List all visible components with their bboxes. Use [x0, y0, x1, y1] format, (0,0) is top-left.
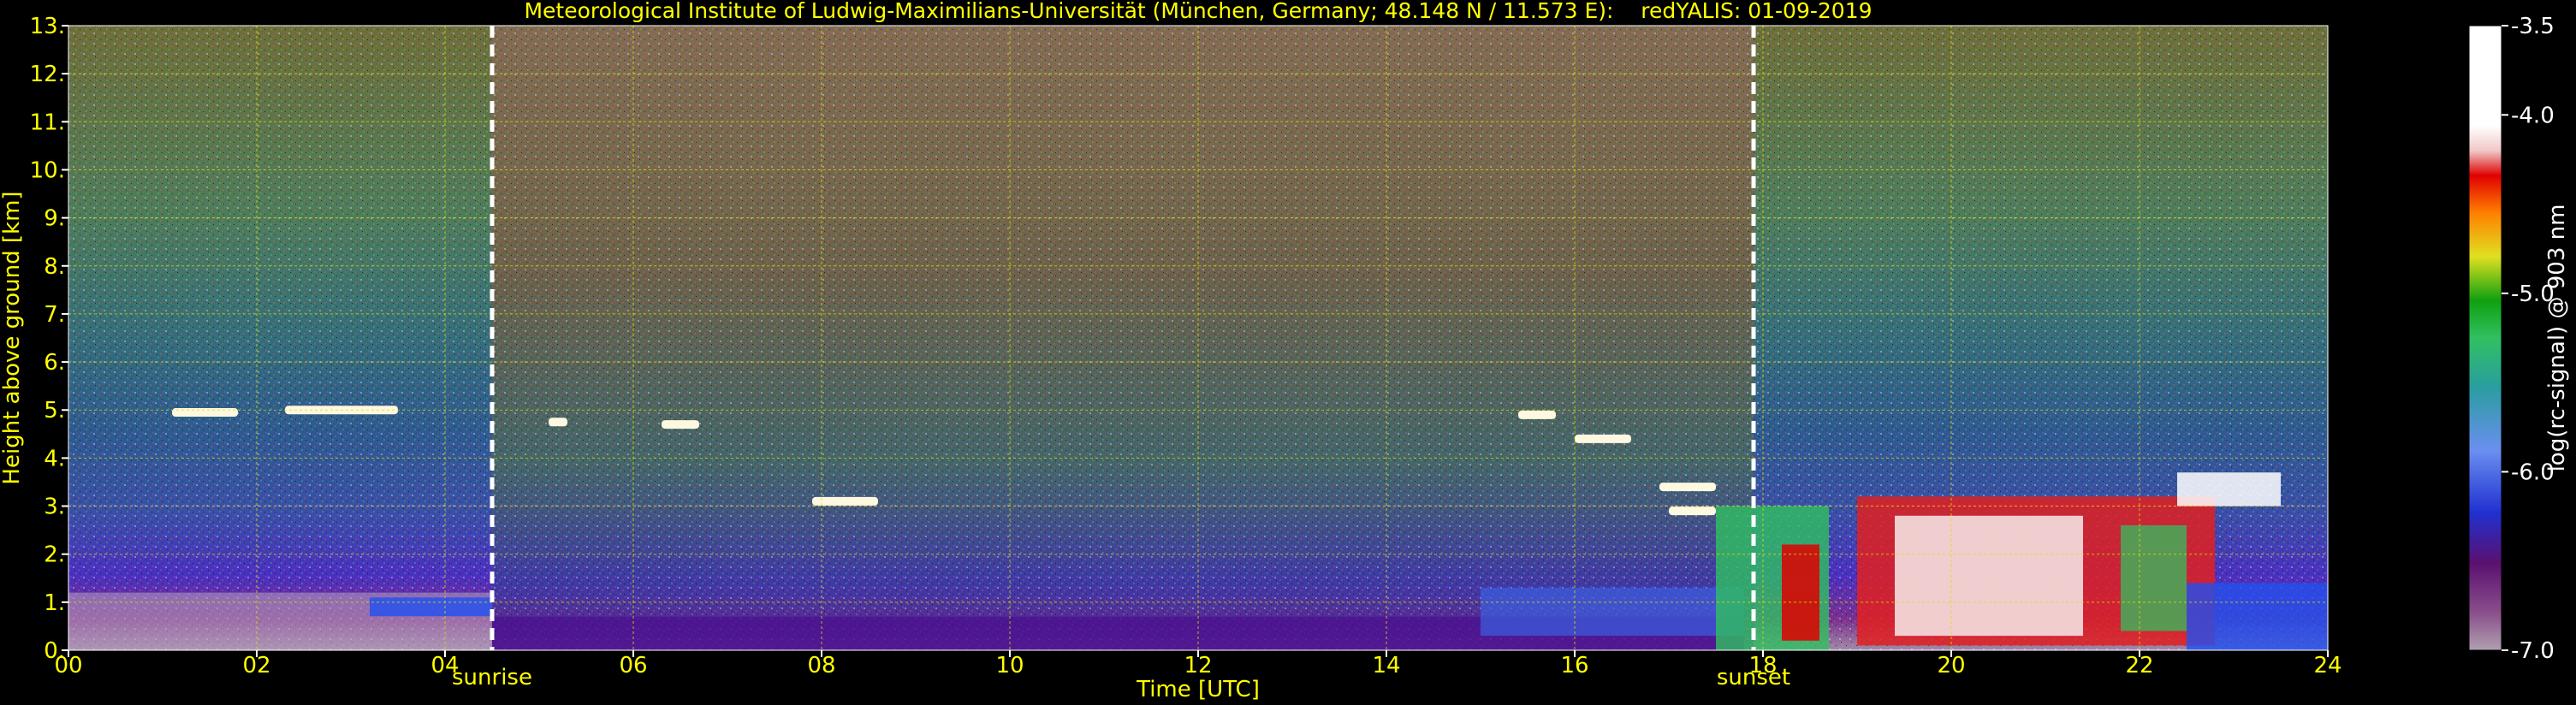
cloud-layer [662, 420, 699, 430]
sun-annotations: sunrise sunset [452, 665, 1790, 690]
colorbar-tick-label: -7.0 [2511, 638, 2555, 664]
y-tick-label: 4. [44, 446, 65, 471]
colorbar: -3.5-4.0-5.0-6.0-7.0 log(rc-signal) @ 90… [2468, 14, 2570, 664]
cloud-layer [1518, 410, 1556, 419]
cloud-top-layer [2177, 472, 2281, 507]
colorbar-tick-label: -3.5 [2511, 14, 2555, 39]
x-tick-label: 10 [995, 653, 1024, 678]
y-tick-label: 2. [44, 542, 65, 568]
colorbar-tick-label: -4.0 [2511, 103, 2555, 128]
colorbar-label: log(rc-signal) @ 903 nm [2544, 204, 2570, 472]
boundary-layer-afternoon [1481, 588, 1744, 637]
y-tick-label: 9. [44, 206, 65, 232]
x-tick-label: 06 [619, 653, 647, 678]
y-tick-label: 1. [44, 590, 65, 616]
y-tick-label: 10. [30, 157, 65, 183]
evening-cloud-core [1782, 544, 1819, 641]
y-tick-label: 11. [30, 110, 65, 135]
x-tick-label: 22 [2125, 653, 2153, 678]
y-tick-label: 12. [30, 62, 65, 87]
cloud-layer [172, 408, 238, 418]
y-tick-label: 3. [44, 495, 65, 520]
cloud-layer [1575, 434, 1631, 443]
colorbar-gradient [2468, 25, 2502, 651]
x-tick-label: 20 [1937, 653, 1965, 678]
cloud-layer [812, 496, 878, 506]
y-tick-label: 7. [44, 302, 65, 328]
y-tick-label: 13. [30, 14, 65, 39]
y-tick-label: 6. [44, 350, 65, 376]
x-tick-label: 12 [1184, 653, 1212, 678]
x-tick-label: 24 [2313, 653, 2342, 678]
night-cloud-dense [1895, 515, 2083, 637]
x-tick-label: 02 [242, 653, 270, 678]
cloud-layer [1669, 507, 1716, 516]
y-axis-ticks: 0. 1. 2. 3. 4. 5. 6. 7. 8. 9. 10. 11. 12. 13. [30, 14, 68, 664]
x-axis-label: Time [UTC] [1136, 677, 1260, 702]
lidar-chart: 00 02 04 06 08 10 12 14 16 18 20 22 24 0. 1. 2. 3. 4. 5. 6… [0, 0, 2576, 705]
sunset-label: sunset [1717, 665, 1790, 690]
y-axis-label: Height above ground [km] [0, 191, 25, 484]
cloud-layer [1659, 483, 1716, 492]
x-tick-label: 16 [1560, 653, 1588, 678]
night-cloud-edge [2121, 525, 2187, 631]
y-tick-label: 0. [44, 638, 65, 664]
y-tick-label: 8. [44, 254, 65, 280]
sunrise-label: sunrise [452, 665, 532, 690]
chart-svg: 00 02 04 06 08 10 12 14 16 18 20 22 24 0.1.2.3.4.5.6… [0, 0, 2570, 702]
x-tick-label: 14 [1372, 653, 1400, 678]
cloud-layer [549, 418, 567, 427]
x-tick-label: 08 [807, 653, 835, 678]
x-axis-ticks: 00 02 04 06 08 10 12 14 16 18 20 22 24 [54, 650, 2342, 678]
chart-title: Meteorological Institute of Ludwig-Maxim… [524, 0, 1872, 23]
late-boundary-layer [2187, 583, 2328, 650]
y-tick-label: 5. [44, 398, 65, 424]
boundary-layer-top [370, 597, 492, 617]
